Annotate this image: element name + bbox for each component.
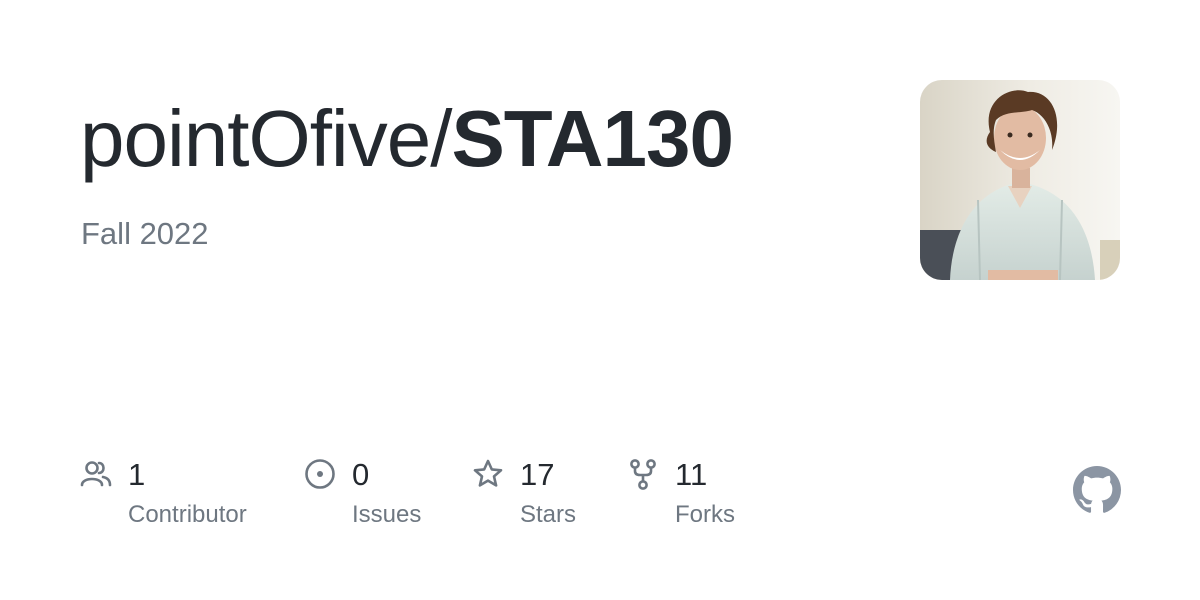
github-mark-icon[interactable] [1073,466,1121,514]
repo-description: Fall 2022 [81,216,209,251]
stars-count: 17 [520,457,555,492]
repo-owner[interactable]: pointOfive [80,94,431,183]
forks-count: 11 [675,457,708,492]
repo-forked-icon [630,459,656,490]
forks-label: Forks [675,501,735,528]
issues-label: Issues [352,501,422,528]
owner-avatar[interactable] [920,80,1120,280]
issues-count: 0 [352,457,370,492]
people-icon [80,461,112,487]
repo-separator: / [430,94,452,183]
star-icon [473,459,503,487]
stars-label: Stars [520,501,577,528]
user-avatar-photo [920,80,1120,280]
issue-opened-icon [305,459,335,489]
contributors-label: Contributor [128,501,247,528]
repo-name[interactable]: STA130 [451,94,734,183]
contributors-count: 1 [128,457,146,492]
repo-title[interactable]: pointOfive/STA130 [80,84,734,194]
